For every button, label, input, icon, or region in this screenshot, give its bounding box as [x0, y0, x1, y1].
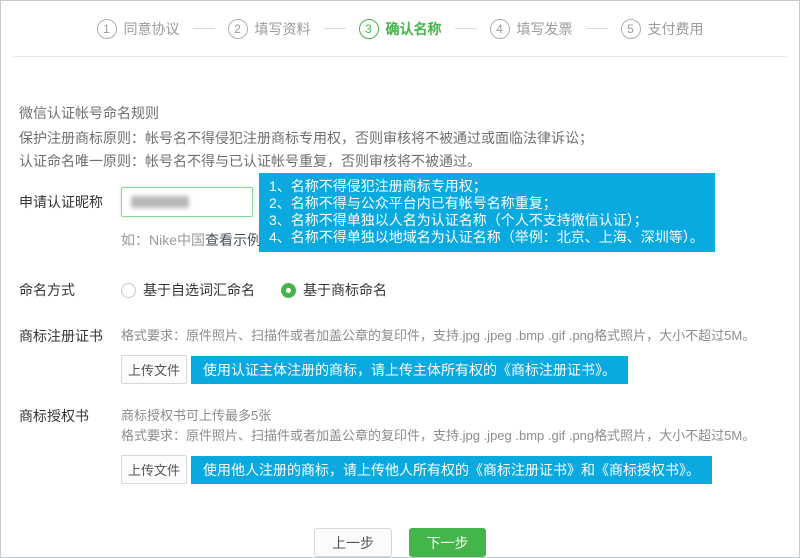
step-1-label: 同意协议 — [124, 19, 180, 39]
radio-option-trademark-label: 基于商标命名 — [303, 280, 387, 300]
trademark-auth-upload-button[interactable]: 上传文件 — [121, 455, 187, 484]
nickname-tooltip-line-3: 3、名称不得单独以人名为认证名称（个人不支持微信认证）； — [269, 212, 704, 229]
naming-rules-title: 微信认证帐号命名规则 — [19, 103, 781, 123]
nickname-example: 如：Nike中国查看示例 — [121, 230, 261, 250]
naming-method-options: 基于自选词汇命名 基于商标命名 — [121, 280, 413, 300]
trademark-cert-row: 商标注册证书 格式要求：原件照片、扫描件或者加盖公章的复印件，支持.jpg .j… — [19, 326, 781, 384]
view-example-link[interactable]: 查看示例 — [205, 232, 261, 248]
step-4-circle-icon: 4 — [490, 19, 510, 39]
nickname-row: 申请认证昵称 如：Nike中国查看示例 1、名称不得侵犯注册商标专用权； 2、名… — [19, 187, 781, 250]
trademark-auth-upload-row: 上传文件 使用他人注册的商标，请上传他人所有权的《商标注册证书》和《商标授权书》… — [121, 455, 755, 484]
nickname-tooltip-line-2: 2、名称不得与公众平台内已有帐号名称重复； — [269, 195, 704, 212]
wizard-footer: 上一步 下一步 — [19, 528, 781, 557]
wizard-stepper: 1 同意协议 2 填写资料 3 确认名称 4 填写发票 5 支付费用 — [13, 1, 787, 57]
radio-option-custom-words[interactable]: 基于自选词汇命名 — [121, 280, 255, 300]
step-fill-info: 2 填写资料 — [228, 19, 311, 39]
step-separator — [455, 28, 477, 29]
step-2-circle-icon: 2 — [228, 19, 248, 39]
step-confirm-name-active: 3 确认名称 — [359, 19, 442, 39]
step-5-label: 支付费用 — [648, 19, 704, 39]
previous-step-button[interactable]: 上一步 — [314, 528, 392, 557]
step-2-label: 填写资料 — [255, 19, 311, 39]
trademark-auth-label: 商标授权书 — [19, 406, 121, 484]
nickname-label: 申请认证昵称 — [19, 187, 121, 250]
radio-option-trademark[interactable]: 基于商标命名 — [281, 280, 387, 300]
radio-selected-icon[interactable] — [281, 283, 296, 298]
naming-method-label: 命名方式 — [19, 280, 121, 300]
trademark-cert-upload-row: 上传文件 使用认证主体注册的商标，请上传主体所有权的《商标注册证书》。 — [121, 355, 755, 384]
trademark-cert-upload-button[interactable]: 上传文件 — [121, 355, 187, 384]
step-5-circle-icon: 5 — [621, 19, 641, 39]
naming-rule-unique: 认证命名唯一原则：帐号名不得与已认证帐号重复，否则审核将不被通过。 — [19, 154, 781, 169]
radio-option-custom-words-label: 基于自选词汇命名 — [143, 280, 255, 300]
step-separator — [586, 28, 608, 29]
trademark-auth-limit-note: 商标授权书可上传最多5张 — [121, 406, 755, 426]
step-3-circle-icon: 3 — [359, 19, 379, 39]
trademark-cert-tooltip: 使用认证主体注册的商标，请上传主体所有权的《商标注册证书》。 — [191, 356, 628, 384]
nickname-tooltip-line-4: 4、名称不得单独以地域名为认证名称（举例：北京、上海、深圳等）。 — [269, 229, 704, 246]
nickname-tooltip-line-1: 1、名称不得侵犯注册商标专用权； — [269, 178, 704, 195]
trademark-auth-row: 商标授权书 商标授权书可上传最多5张 格式要求：原件照片、扫描件或者加盖公章的复… — [19, 406, 781, 484]
trademark-cert-field-col: 格式要求：原件照片、扫描件或者加盖公章的复印件，支持.jpg .jpeg .bm… — [121, 326, 755, 384]
trademark-auth-field-col: 商标授权书可上传最多5张 格式要求：原件照片、扫描件或者加盖公章的复印件，支持.… — [121, 406, 755, 484]
trademark-auth-format-note: 格式要求：原件照片、扫描件或者加盖公章的复印件，支持.jpg .jpeg .bm… — [121, 426, 755, 446]
step-separator — [324, 28, 346, 29]
step-1-circle-icon: 1 — [97, 19, 117, 39]
next-step-button[interactable]: 下一步 — [409, 528, 486, 557]
naming-method-row: 命名方式 基于自选词汇命名 基于商标命名 — [19, 280, 781, 300]
step-agree: 1 同意协议 — [97, 19, 180, 39]
nickname-field-col: 如：Nike中国查看示例 — [121, 187, 261, 250]
step-separator — [193, 28, 215, 29]
trademark-cert-label: 商标注册证书 — [19, 326, 121, 384]
radio-unselected-icon[interactable] — [121, 283, 136, 298]
step-3-label: 确认名称 — [386, 19, 442, 39]
step-4-label: 填写发票 — [517, 19, 573, 39]
naming-rule-trademark: 保护注册商标原则：帐号名不得侵犯注册商标专用权，否则审核将不被通过或面临法律诉讼… — [19, 131, 781, 146]
trademark-auth-tooltip: 使用他人注册的商标，请上传他人所有权的《商标注册证书》和《商标授权书》。 — [191, 456, 712, 484]
nickname-value-redacted — [131, 196, 189, 208]
nickname-input[interactable] — [121, 187, 253, 217]
nickname-example-prefix: 如：Nike中国 — [121, 232, 205, 248]
step-payment: 5 支付费用 — [621, 19, 704, 39]
trademark-cert-format-note: 格式要求：原件照片、扫描件或者加盖公章的复印件，支持.jpg .jpeg .bm… — [121, 326, 755, 346]
step-invoice: 4 填写发票 — [490, 19, 573, 39]
nickname-rules-tooltip: 1、名称不得侵犯注册商标专用权； 2、名称不得与公众平台内已有帐号名称重复； 3… — [259, 173, 715, 252]
